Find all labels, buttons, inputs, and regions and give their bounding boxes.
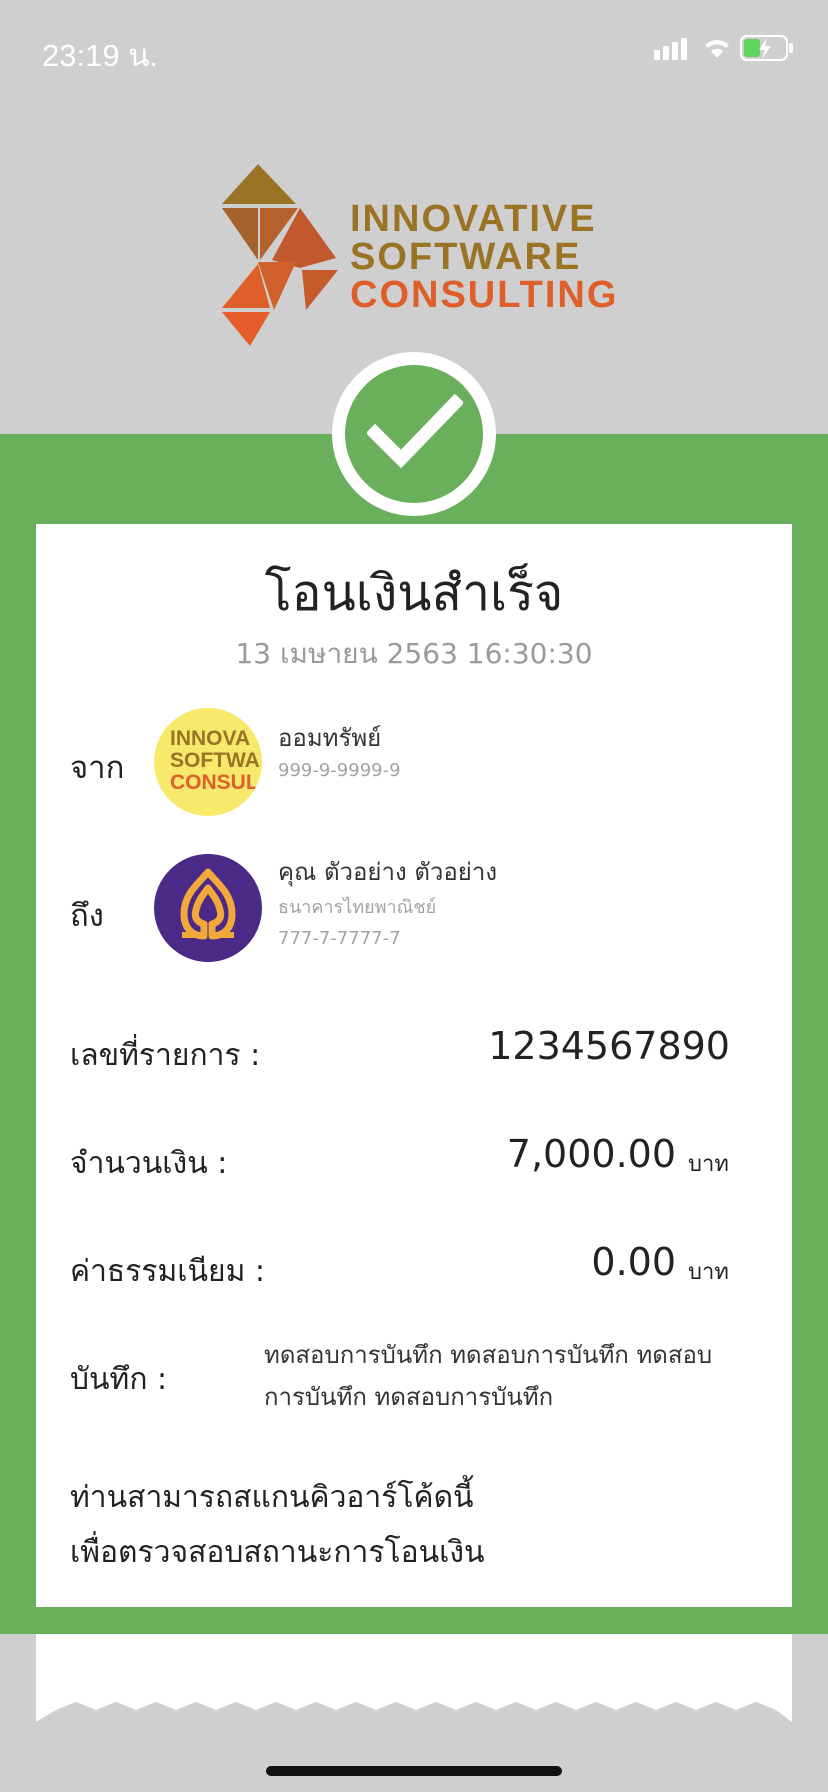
from-account-number: 999-9-9999-9 bbox=[278, 760, 401, 781]
checkmark-icon bbox=[367, 393, 463, 469]
recipient-account-number: 777-7-7777-7 bbox=[278, 928, 401, 949]
from-avatar-logo: INNOVA SOFTWA CONSUL bbox=[170, 728, 260, 794]
transaction-number-value: 1234567890 bbox=[488, 1024, 730, 1068]
qr-instruction-line-2: เพื่อตรวจสอบสถานะการโอนเงิน bbox=[70, 1535, 485, 1570]
amount-unit: บาท bbox=[688, 1152, 729, 1177]
amount-value: 7,000.00 bbox=[506, 1132, 676, 1176]
battery-charging-icon bbox=[740, 35, 793, 61]
success-check-badge bbox=[332, 352, 496, 516]
transaction-datetime: 13 เมษายน 2563 16:30:30 bbox=[235, 637, 593, 670]
note-label: บันทึก : bbox=[70, 1362, 168, 1397]
logo-line-3: CONSULTING bbox=[350, 274, 619, 316]
qr-instruction: ท่านสามารถสแกนคิวอาร์โค้ดนี้ เพื่อตรวจสอ… bbox=[70, 1470, 485, 1580]
fee-unit: บาท bbox=[688, 1260, 729, 1285]
recipient-name: คุณ ตัวอย่าง ตัวอย่าง bbox=[278, 858, 498, 886]
avatar-text-3: CONSUL bbox=[170, 771, 259, 794]
logo-line-2: SOFTWARE bbox=[350, 236, 582, 278]
from-label: จาก bbox=[70, 750, 125, 786]
status-time: 23:19 น. bbox=[42, 38, 158, 73]
from-account-avatar: INNOVA SOFTWA CONSUL bbox=[154, 708, 262, 816]
logo-mark-icon bbox=[222, 164, 338, 346]
to-label: ถึง bbox=[70, 898, 104, 934]
logo-wordmark: INNOVATIVE SOFTWARE CONSULTING bbox=[350, 200, 618, 314]
from-account-name: ออมทรัพย์ bbox=[278, 724, 382, 752]
avatar-text-2: SOFTWA bbox=[170, 749, 260, 772]
bank-logo-avatar bbox=[154, 854, 262, 962]
home-indicator[interactable] bbox=[266, 1766, 562, 1776]
note-value: ทดสอบการบันทึก ทดสอบการบันทึก ทดสอบการบั… bbox=[264, 1341, 713, 1411]
avatar-text-1: INNOVA bbox=[170, 727, 251, 750]
wifi-icon bbox=[705, 40, 729, 58]
receipt-torn-edge bbox=[36, 1634, 792, 1722]
qr-instruction-line-1: ท่านสามารถสแกนคิวอาร์โค้ดนี้ bbox=[70, 1480, 474, 1515]
transaction-number-label: เลขที่รายการ : bbox=[70, 1038, 261, 1073]
cellular-signal-icon bbox=[654, 38, 687, 60]
fee-label: ค่าธรรมเนียม : bbox=[70, 1254, 265, 1289]
logo-line-1: INNOVATIVE bbox=[350, 198, 597, 240]
page-title: โอนเงินสำเร็จ bbox=[264, 564, 564, 622]
status-bar: 23:19 น. bbox=[0, 0, 828, 100]
fee-value: 0.00 bbox=[591, 1240, 676, 1284]
amount-label: จำนวนเงิน : bbox=[70, 1146, 228, 1181]
scb-bank-icon bbox=[180, 868, 236, 940]
company-logo: INNOVATIVE SOFTWARE CONSULTING bbox=[220, 160, 620, 350]
recipient-bank: ธนาคารไทยพาณิชย์ bbox=[278, 897, 437, 918]
receipt-card: โอนเงินสำเร็จ 13 เมษายน 2563 16:30:30 จา… bbox=[36, 524, 792, 1607]
